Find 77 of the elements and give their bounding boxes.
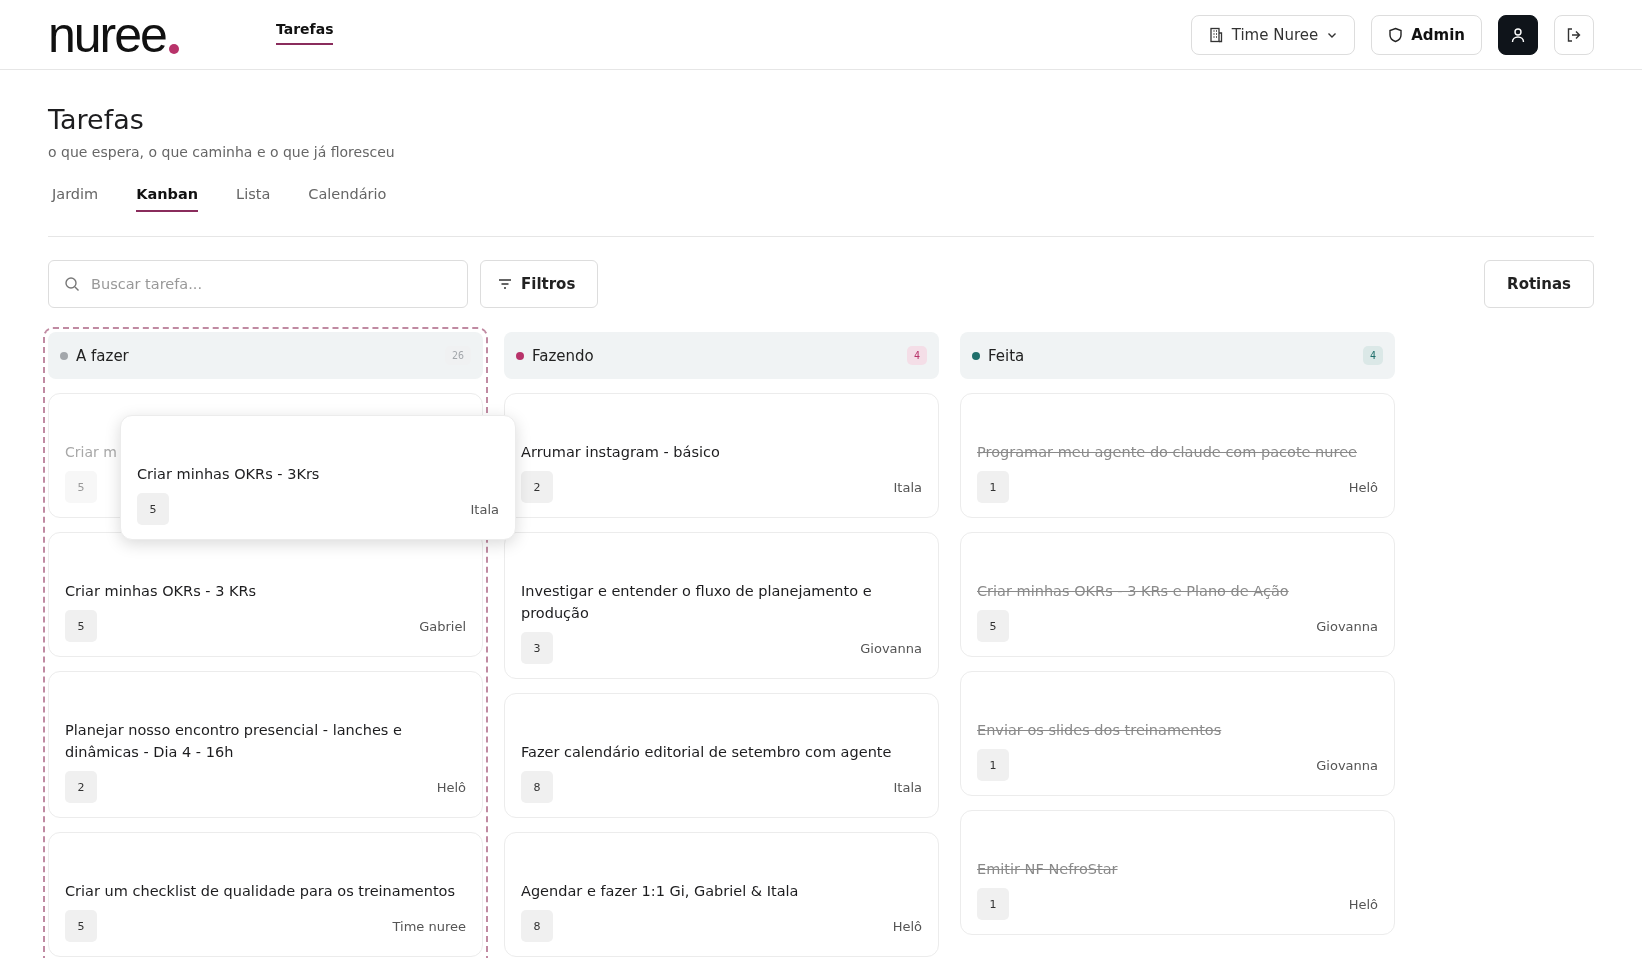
task-title: Criar m — [65, 443, 118, 462]
points-badge: 8 — [521, 771, 553, 803]
task-card[interactable]: Enviar os slides dos treinamentos 1 Giovanna — [960, 671, 1395, 796]
nav-link[interactable]: Tarefas — [276, 14, 334, 45]
points-badge: 5 — [65, 910, 97, 942]
task-card[interactable]: Planejar nosso encontro presencial - lanches e dinâmicas - Dia 4 - 16h 2 Helô — [48, 671, 483, 818]
assignee-name: Gabriel — [419, 618, 466, 634]
task-title: Arrumar instagram - básico — [521, 443, 721, 462]
assignee-name: Itala — [893, 779, 922, 795]
drag-preview-tooltip[interactable]: Criar minhas OKRs - 3Krs 5 Itala — [120, 415, 516, 540]
view-tab[interactable]: Lista — [236, 186, 271, 212]
task-title: Criar minhas OKRs - 3Krs — [137, 465, 321, 484]
assignee-name: Giovanna — [1316, 757, 1378, 773]
column-title: A fazer — [76, 346, 130, 365]
filter-icon — [497, 276, 513, 292]
assignee-name: Giovanna — [860, 640, 922, 656]
team-select[interactable]: Time Nuree — [1190, 14, 1356, 55]
assignee-name: Giovanna — [1316, 618, 1378, 634]
task-title: Fazer calendário editorial de setembro com agente — [521, 743, 893, 762]
task-card[interactable]: Criar um checklist de qualidade para os treinamentos 5 Time nuree — [48, 832, 483, 957]
task-card[interactable]: Criar minhas OKRs - 3 KRs e Plano de Ação 5 Giovanna — [960, 532, 1395, 657]
assignee-name: Itala — [893, 479, 922, 495]
search-field[interactable]: Buscar tarefa... — [48, 260, 468, 308]
task-card[interactable]: Emitir NF NefroStar 1 Helô — [960, 810, 1395, 935]
assignee-name: Helô — [1348, 479, 1378, 495]
points-badge: 5 — [65, 610, 97, 642]
logo-dot-icon — [168, 43, 179, 54]
user-icon — [1510, 26, 1526, 43]
column-title: Feita — [988, 346, 1026, 365]
points-badge: 2 — [65, 771, 97, 803]
points-badge: 5 — [137, 493, 169, 525]
shield-icon — [1388, 26, 1404, 43]
task-title: Criar minhas OKRs - 3 KRs e Plano de Ação — [977, 582, 1290, 601]
filters-button[interactable]: Filtros — [480, 260, 599, 308]
task-title: Criar um checklist de qualidade para os treinamentos — [65, 882, 457, 901]
page-subtitle: o que espera, o que caminha e o que já floresceu — [48, 144, 396, 160]
assignee-name: Helô — [1348, 896, 1378, 912]
task-title: Enviar os slides dos treinamentos — [977, 721, 1223, 740]
task-title: Planejar nosso encontro presencial - lanches e dinâmicas - Dia 4 - 16h — [65, 721, 403, 762]
task-title: Investigar e entender o fluxo de planejamento e produção — [521, 582, 873, 623]
assignee-name: Itala — [470, 501, 499, 517]
task-card[interactable]: Fazer calendário editorial de setembro com agente 8 Itala — [504, 693, 939, 818]
search-icon — [64, 276, 80, 292]
view-tab[interactable]: Jardim — [52, 186, 99, 212]
column-title: Fazendo — [532, 346, 595, 365]
task-title: Emitir NF NefroStar — [977, 860, 1119, 879]
task-title: Agendar e fazer 1:1 Gi, Gabriel & Itala — [521, 882, 800, 901]
task-card[interactable]: Programar meu agente do claude com pacote nuree 1 Helô — [960, 393, 1395, 518]
task-title: Programar meu agente do claude com pacote nuree — [977, 443, 1358, 462]
view-tab[interactable]: Calendário — [308, 186, 387, 212]
points-badge: 1 — [977, 471, 1009, 503]
points-badge: 2 — [521, 471, 553, 503]
task-card[interactable]: Arrumar instagram - básico 2 Itala — [504, 393, 939, 518]
count-badge: 4 — [906, 346, 927, 365]
building-icon — [1207, 26, 1224, 43]
points-badge: 3 — [521, 632, 553, 664]
points-badge: 1 — [977, 749, 1009, 781]
task-title: Criar minhas OKRs - 3 KRs — [65, 582, 258, 601]
assignee-name: Helô — [892, 918, 922, 934]
logout-button[interactable] — [1554, 14, 1594, 55]
points-badge: 5 — [977, 610, 1009, 642]
routines-button[interactable]: Rotinas — [1484, 260, 1594, 308]
assignee-name: Helô — [436, 779, 466, 795]
view-tab[interactable]: Kanban — [136, 186, 199, 212]
assignee-name: Time nuree — [392, 918, 466, 934]
logout-icon — [1566, 26, 1582, 43]
points-badge: 1 — [977, 888, 1009, 920]
logo-text: nuree — [48, 9, 166, 60]
page-title: Tarefas — [48, 104, 145, 136]
task-card[interactable]: Criar minhas OKRs - 3 KRs 5 Gabriel — [48, 532, 483, 657]
task-card[interactable]: Agendar e fazer 1:1 Gi, Gabriel & Itala 8 Helô — [504, 832, 939, 957]
admin-button[interactable]: Admin — [1371, 14, 1482, 55]
profile-button[interactable] — [1498, 14, 1538, 55]
task-card[interactable]: Investigar e entender o fluxo de planejamento e produção 3 Giovanna — [504, 532, 939, 679]
count-badge: 4 — [1362, 346, 1383, 365]
points-badge: 5 — [65, 471, 97, 503]
points-badge: 8 — [521, 910, 553, 942]
